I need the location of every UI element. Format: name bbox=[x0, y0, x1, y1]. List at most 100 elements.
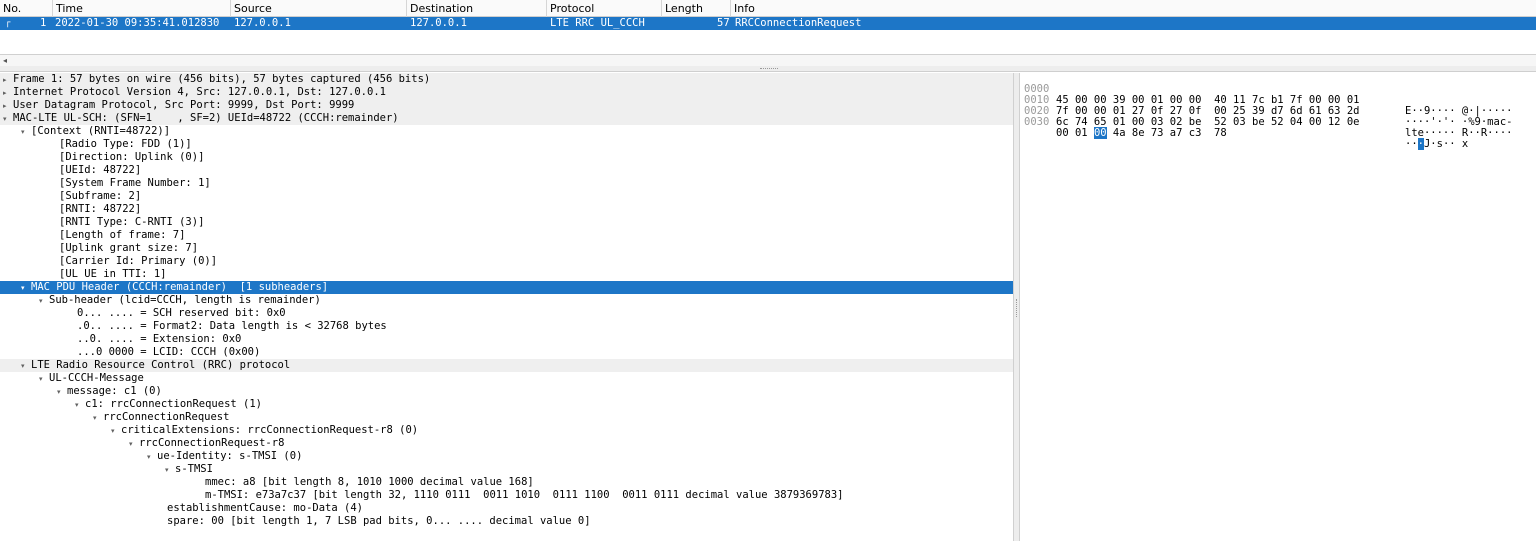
tree-row-field[interactable]: [System Frame Number: 1] bbox=[0, 177, 1013, 190]
packet-length: 57 bbox=[717, 17, 730, 29]
splitter-grip-icon bbox=[1016, 299, 1018, 317]
bytes-row[interactable]: 0020 6c 74 65 01 00 03 02 be 52 03 be 52… bbox=[1021, 95, 1512, 139]
tree-row-label: ..0. .... = Extension: 0x0 bbox=[77, 333, 242, 345]
tree-row-critical-extensions[interactable]: ▾ criticalExtensions: rrcConnectionReques… bbox=[0, 424, 1013, 437]
tree-row-label: criticalExtensions: rrcConnectionRequest… bbox=[121, 424, 419, 436]
tree-row-label: Sub-header (lcid=CCCH, length is remaind… bbox=[49, 294, 321, 306]
tree-row-ipv4[interactable]: ▸ Internet Protocol Version 4, Src: 127.0… bbox=[0, 86, 1013, 99]
tree-row-rrc-connection-request[interactable]: ▾ rrcConnectionRequest bbox=[0, 411, 1013, 424]
tree-row-mac-pdu-header[interactable]: ▾ MAC PDU Header (CCCH:remainder) [1 subh… bbox=[0, 281, 1013, 294]
scroll-left-arrow-icon[interactable]: ◂ bbox=[3, 56, 7, 65]
bytes-hex-group: 52 03 be 52 04 00 12 0e bbox=[1214, 116, 1360, 128]
tree-row-lte-rrc[interactable]: ▾ LTE Radio Resource Control (RRC) protoc… bbox=[0, 359, 1013, 372]
tree-row-field[interactable]: establishmentCause: mo-Data (4) bbox=[0, 502, 1013, 515]
tree-row-label: [UEId: 48722] bbox=[59, 164, 142, 176]
tree-row-mac-lte[interactable]: ▾ MAC-LTE UL-SCH: (SFN=1 , SF=2) UEId=487… bbox=[0, 112, 1013, 125]
tree-row-label: Internet Protocol Version 4, Src: 127.0.… bbox=[13, 86, 386, 98]
column-header-source[interactable]: Source bbox=[231, 0, 407, 17]
tree-row-field[interactable]: [RNTI: 48722] bbox=[0, 203, 1013, 216]
tree-row-field[interactable]: spare: 00 [bit length 1, 7 LSB pad bits,… bbox=[0, 515, 1013, 528]
tree-row-label: c1: rrcConnectionRequest (1) bbox=[85, 398, 263, 410]
bytes-hex[interactable]: 00 01 00 4a 8e 73 a7 c3 78 bbox=[1056, 127, 1227, 139]
tree-row-label: m-TMSI: e73a7c37 [bit length 32, 1110 01… bbox=[205, 489, 844, 501]
tree-row-context[interactable]: ▾ [Context (RNTI=48722)] bbox=[0, 125, 1013, 138]
bytes-hex-group: 00 01 bbox=[1056, 127, 1094, 139]
column-header-info[interactable]: Info bbox=[731, 0, 1536, 17]
tree-row-field[interactable]: ..0. .... = Extension: 0x0 bbox=[0, 333, 1013, 346]
tree-row-label: s-TMSI bbox=[175, 463, 213, 475]
tree-row-label: User Datagram Protocol, Src Port: 9999, … bbox=[13, 99, 355, 111]
tree-row-s-tmsi[interactable]: ▾ s-TMSI bbox=[0, 463, 1013, 476]
column-header-length[interactable]: Length bbox=[662, 0, 731, 17]
tree-row-ue-identity[interactable]: ▾ ue-Identity: s-TMSI (0) bbox=[0, 450, 1013, 463]
tree-row-label: [Uplink grant size: 7] bbox=[59, 242, 199, 254]
tree-row-field[interactable]: [RNTI Type: C-RNTI (3)] bbox=[0, 216, 1013, 229]
tree-row-label: [RNTI Type: C-RNTI (3)] bbox=[59, 216, 205, 228]
tree-row-frame[interactable]: ▸ Frame 1: 57 bytes on wire (456 bits), 5… bbox=[0, 73, 1013, 86]
tree-row-field[interactable]: 0... .... = SCH reserved bit: 0x0 bbox=[0, 307, 1013, 320]
packet-bytes-pane[interactable]: 0000 45 00 00 39 00 01 00 00 40 11 7c b1… bbox=[1021, 73, 1536, 541]
tree-row-label: [Context (RNTI=48722)] bbox=[31, 125, 171, 137]
tree-row-field[interactable]: ...0 0000 = LCID: CCCH (0x00) bbox=[0, 346, 1013, 359]
tree-row-udp[interactable]: ▸ User Datagram Protocol, Src Port: 9999,… bbox=[0, 99, 1013, 112]
tree-row-rrc-connection-request-r8[interactable]: ▾ rrcConnectionRequest-r8 bbox=[0, 437, 1013, 450]
bytes-row[interactable]: 0000 45 00 00 39 00 01 00 00 40 11 7c b1… bbox=[1021, 73, 1512, 117]
tree-row-field[interactable]: .0.. .... = Format2: Data length is < 32… bbox=[0, 320, 1013, 333]
tree-row-c1[interactable]: ▾ c1: rrcConnectionRequest (1) bbox=[0, 398, 1013, 411]
tree-row-label: establishmentCause: mo-Data (4) bbox=[167, 502, 363, 514]
tree-row-field[interactable]: [Uplink grant size: 7] bbox=[0, 242, 1013, 255]
packet-row[interactable]: ┌ 1 2022-01-30 09:35:41.012830 127.0.0.1… bbox=[0, 17, 1536, 30]
bytes-ascii-group: ·· bbox=[1405, 138, 1418, 150]
splitter-grip-icon bbox=[760, 68, 778, 70]
tree-row-message[interactable]: ▾ message: c1 (0) bbox=[0, 385, 1013, 398]
column-header-time[interactable]: Time bbox=[53, 0, 231, 17]
tree-row-label: ...0 0000 = LCID: CCCH (0x00) bbox=[77, 346, 261, 358]
tree-row-label: rrcConnectionRequest-r8 bbox=[139, 437, 285, 449]
tree-row-field[interactable]: m-TMSI: e73a7c37 [bit length 32, 1110 01… bbox=[0, 489, 1013, 502]
tree-row-field[interactable]: [UEId: 48722] bbox=[0, 164, 1013, 177]
pane-splitter-horizontal[interactable] bbox=[0, 66, 1536, 72]
tree-row-label: .0.. .... = Format2: Data length is < 32… bbox=[77, 320, 387, 332]
column-header-no[interactable]: No. bbox=[0, 0, 53, 17]
tree-row-label: [UL UE in TTI: 1] bbox=[59, 268, 167, 280]
tree-row-label: [Direction: Uplink (0)] bbox=[59, 151, 205, 163]
tree-row-label: mmec: a8 [bit length 8, 1010 1000 decima… bbox=[205, 476, 534, 488]
tree-row-field[interactable]: [Direction: Uplink (0)] bbox=[0, 151, 1013, 164]
row-marker-icon: ┌ bbox=[5, 18, 11, 28]
packet-no: 1 bbox=[40, 17, 47, 29]
packet-details-tree[interactable]: ▸ Frame 1: 57 bytes on wire (456 bits), 5… bbox=[0, 73, 1013, 541]
bytes-row[interactable]: 0010 7f 00 00 01 27 0f 27 0f 00 25 39 d7… bbox=[1021, 84, 1512, 128]
packet-protocol: LTE RRC UL_CCCH bbox=[550, 17, 645, 29]
tree-row-subheader[interactable]: ▾ Sub-header (lcid=CCCH, length is remain… bbox=[0, 294, 1013, 307]
tree-row-label: UL-CCCH-Message bbox=[49, 372, 144, 384]
tree-row-ul-ccch-message[interactable]: ▾ UL-CCCH-Message bbox=[0, 372, 1013, 385]
tree-row-field[interactable]: mmec: a8 [bit length 8, 1010 1000 decima… bbox=[0, 476, 1013, 489]
bytes-row[interactable]: 0030 00 01 00 4a 8e 73 a7 c3 78 ···J·s··… bbox=[1021, 106, 1468, 150]
highlighted-byte[interactable]: 00 bbox=[1093, 127, 1107, 139]
packet-list[interactable]: No. Time Source Destination Protocol Len… bbox=[0, 0, 1536, 66]
tree-row-label: message: c1 (0) bbox=[67, 385, 162, 397]
tree-row-field[interactable]: [Carrier Id: Primary (0)] bbox=[0, 255, 1013, 268]
tree-row-field[interactable]: [Length of frame: 7] bbox=[0, 229, 1013, 242]
tree-row-label: [Length of frame: 7] bbox=[59, 229, 186, 241]
tree-row-label: [Radio Type: FDD (1)] bbox=[59, 138, 192, 150]
bytes-hex-group: 4a 8e 73 a7 c3 78 bbox=[1106, 127, 1227, 139]
tree-row-label: MAC-LTE UL-SCH: (SFN=1 , SF=2) UEId=4872… bbox=[13, 112, 399, 124]
packet-destination: 127.0.0.1 bbox=[410, 17, 467, 29]
tree-row-label: [Carrier Id: Primary (0)] bbox=[59, 255, 218, 267]
tree-row-label: ue-Identity: s-TMSI (0) bbox=[157, 450, 303, 462]
tree-row-field[interactable]: [UL UE in TTI: 1] bbox=[0, 268, 1013, 281]
bytes-offset: 0030 bbox=[1024, 116, 1050, 128]
tree-row-field[interactable]: [Radio Type: FDD (1)] bbox=[0, 138, 1013, 151]
tree-row-label: [System Frame Number: 1] bbox=[59, 177, 211, 189]
column-header-protocol[interactable]: Protocol bbox=[547, 0, 662, 17]
packet-list-hscrollbar[interactable]: ◂ bbox=[0, 54, 1536, 66]
tree-row-label: LTE Radio Resource Control (RRC) protoco… bbox=[31, 359, 291, 371]
tree-row-label: MAC PDU Header (CCCH:remainder) [1 subhe… bbox=[31, 281, 329, 293]
pane-splitter-vertical[interactable] bbox=[1013, 73, 1020, 541]
column-header-destination[interactable]: Destination bbox=[407, 0, 547, 17]
tree-row-label: [Subframe: 2] bbox=[59, 190, 142, 202]
tree-row-field[interactable]: [Subframe: 2] bbox=[0, 190, 1013, 203]
tree-row-label: 0... .... = SCH reserved bit: 0x0 bbox=[77, 307, 286, 319]
bytes-ascii[interactable]: ···J·s·· x bbox=[1405, 138, 1468, 150]
